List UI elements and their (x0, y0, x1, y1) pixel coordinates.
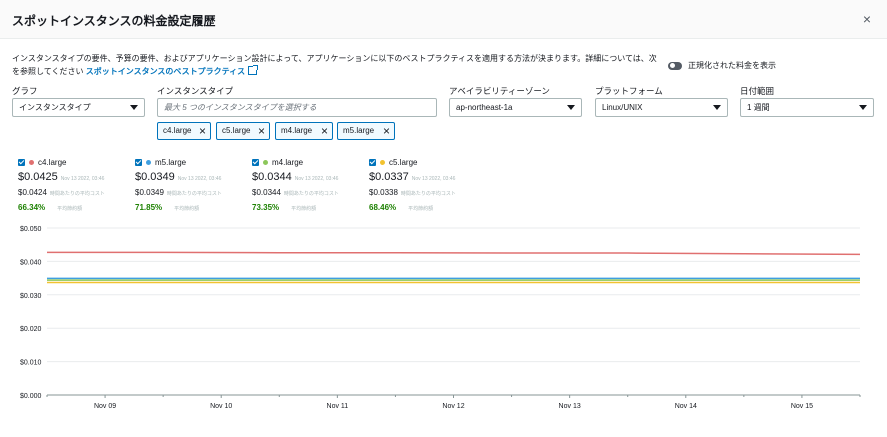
y-tick-label: $0.030 (20, 293, 42, 300)
legend-date: Nov 13 2022, 03:46 (60, 176, 105, 182)
legend-item-m4-large: m4.large $0.0344 Nov 13 2022, 03:46 $0.03… (252, 157, 367, 215)
x-tick-label: Nov 12 (442, 403, 464, 410)
caret-down-icon (859, 105, 867, 110)
close-icon[interactable]: × (857, 9, 877, 29)
normalized-price-toggle-label: 正規化された料金を表示 (688, 61, 776, 70)
x-tick-label: Nov 09 (94, 403, 116, 410)
legend-savings-label: 平均節約額 (408, 206, 434, 212)
platform-label: プラットフォーム (595, 86, 663, 96)
availability-zone-value: ap-northeast-1a (456, 103, 513, 112)
series-color-dot (29, 159, 34, 165)
legend-avg-label: 時間あたりの平均コスト (49, 191, 105, 197)
legend-savings-label: 平均節約額 (174, 206, 200, 212)
legend-savings: 68.46% (369, 203, 397, 212)
date-range-select[interactable]: 1 週間 (740, 98, 874, 117)
best-practices-link-label: スポットインスタンスのベストプラクティス (85, 67, 246, 76)
graph-label: グラフ (12, 86, 38, 96)
y-tick-label: $0.050 (20, 226, 42, 233)
instance-type-label: インスタンスタイプ (157, 86, 234, 96)
description: インスタンスタイプの要件、予算の要件、およびアプリケーション設計によって、アプリ… (12, 52, 662, 78)
legend-date: Nov 13 2022, 03:46 (177, 176, 222, 182)
y-tick-label: $0.040 (20, 259, 42, 266)
instance-type-multiselect[interactable]: 最大 5 つのインスタンスタイプを選択する (157, 98, 437, 117)
date-range-value: 1 週間 (747, 103, 770, 112)
legend-price: $0.0425 (18, 171, 58, 183)
legend-price: $0.0337 (369, 171, 409, 183)
legend-price: $0.0344 (252, 171, 292, 183)
best-practices-link[interactable]: スポットインスタンスのベストプラクティス (85, 65, 259, 76)
legend-series-name: m5.large (155, 157, 187, 167)
legend-series-name: m4.large (272, 157, 304, 167)
y-tick-label: $0.000 (20, 393, 42, 400)
legend-series-name: c5.large (389, 157, 418, 167)
x-tick-label: Nov 11 (327, 403, 349, 410)
dialog-title: スポットインスタンスの料金設定履歴 (12, 14, 216, 28)
legend-avg-label: 時間あたりの平均コスト (283, 191, 339, 197)
legend-item-m5-large: m5.large $0.0349 Nov 13 2022, 03:46 $0.03… (135, 157, 250, 215)
legend-avg: $0.0344 (252, 188, 281, 197)
caret-down-icon (130, 105, 138, 110)
date-range-label: 日付範囲 (740, 86, 775, 96)
price-history-chart: $0.000 $0.010 $0.020 $0.030 $0.040 $0.050 Nov … (20, 226, 861, 410)
normalized-price-toggle[interactable] (668, 61, 682, 70)
y-tick-label: $0.020 (20, 326, 42, 333)
x-tick-label: Nov 14 (675, 403, 697, 410)
token-c5-large: c5.large × (216, 122, 270, 140)
normalized-price-toggle-group: 正規化された料金を表示 (668, 60, 776, 71)
platform-select[interactable]: Linux/UNIX (595, 98, 728, 117)
availability-zone-label: アベイラビリティーゾーン (449, 86, 550, 96)
remove-token-icon[interactable]: × (199, 123, 206, 139)
token-m5-large: m5.large × (337, 122, 395, 140)
remove-token-icon[interactable]: × (321, 123, 328, 139)
caret-down-icon (713, 105, 721, 110)
legend-checkbox[interactable] (369, 158, 376, 166)
token-label: c5.large (222, 126, 251, 135)
legend-checkbox[interactable] (135, 158, 142, 166)
graph-select[interactable]: インスタンスタイプ (12, 98, 145, 117)
legend-price: $0.0349 (135, 171, 175, 183)
caret-down-icon (567, 105, 575, 110)
token-m4-large: m4.large × (275, 122, 333, 140)
token-label: m5.large (343, 126, 375, 135)
dialog-header: スポットインスタンスの料金設定履歴 × (0, 0, 887, 39)
y-tick-label: $0.010 (20, 360, 42, 367)
legend-savings: 66.34% (18, 203, 46, 212)
remove-token-icon[interactable]: × (258, 123, 265, 139)
x-tick-label: Nov 10 (210, 403, 232, 410)
legend-item-c4-large: c4.large $0.0425 Nov 13 2022, 03:46 $0.04… (18, 157, 133, 215)
token-label: m4.large (281, 126, 313, 135)
x-tick-label: Nov 15 (791, 403, 813, 410)
legend-avg-label: 時間あたりの平均コスト (400, 191, 456, 197)
availability-zone-select[interactable]: ap-northeast-1a (449, 98, 582, 117)
legend-date: Nov 13 2022, 03:46 (411, 176, 456, 182)
legend-series-name: c4.large (38, 157, 67, 167)
series-line-c4-large (47, 251, 861, 256)
series-color-dot (263, 159, 268, 165)
legend-savings: 71.85% (135, 203, 163, 212)
legend-checkbox[interactable] (252, 158, 259, 166)
legend-savings-label: 平均節約額 (57, 206, 83, 212)
legend-savings: 73.35% (252, 203, 280, 212)
external-link-icon (248, 65, 259, 75)
token-label: c4.large (163, 126, 192, 135)
legend-savings-label: 平均節約額 (291, 206, 317, 212)
series-color-dot (146, 159, 151, 165)
instance-type-placeholder: 最大 5 つのインスタンスタイプを選択する (164, 103, 317, 112)
x-tick-label: Nov 13 (559, 403, 581, 410)
legend-date: Nov 13 2022, 03:46 (294, 176, 339, 182)
series-color-dot (380, 159, 385, 165)
legend-item-c5-large: c5.large $0.0337 Nov 13 2022, 03:46 $0.03… (369, 157, 484, 215)
remove-token-icon[interactable]: × (383, 123, 390, 139)
token-c4-large: c4.large × (157, 122, 211, 140)
legend-avg-label: 時間あたりの平均コスト (166, 191, 222, 197)
graph-select-value: インスタンスタイプ (19, 103, 91, 112)
platform-value: Linux/UNIX (602, 103, 643, 112)
legend-avg: $0.0338 (369, 188, 398, 197)
legend-avg: $0.0424 (18, 188, 47, 197)
legend-avg: $0.0349 (135, 188, 164, 197)
legend-checkbox[interactable] (18, 158, 25, 166)
